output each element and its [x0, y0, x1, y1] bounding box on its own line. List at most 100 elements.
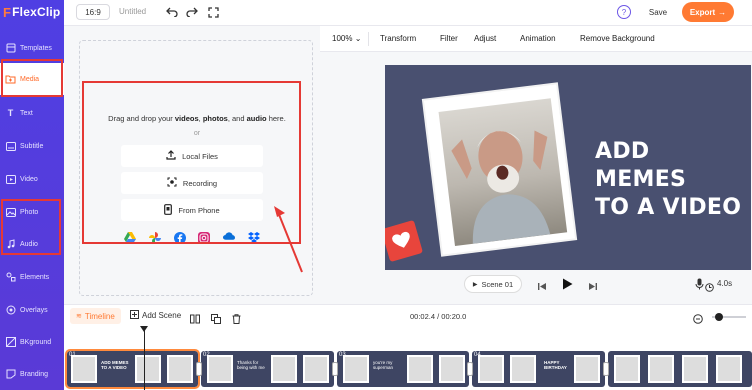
clip-thumbnail	[439, 355, 465, 383]
timeline-clip[interactable]: 03 you're mysuperman	[337, 351, 469, 387]
meme-photo-frame[interactable]	[424, 84, 575, 255]
photo-icon	[5, 207, 16, 218]
video-icon	[5, 174, 16, 185]
clip-thumbnail	[574, 355, 600, 383]
microphone-icon[interactable]	[695, 277, 704, 295]
transition-handle[interactable]	[332, 362, 338, 376]
clip-thumbnail	[682, 355, 708, 383]
drop-text-suffix: here.	[268, 114, 286, 123]
clip-caption: ADD MEMES TO A VIDEO	[101, 360, 129, 370]
clip-thumbnail	[614, 355, 640, 383]
sidebar-item-text[interactable]: T Text	[0, 97, 64, 129]
clip-caption: Thanks for being with me	[237, 360, 265, 370]
sidebar-item-subtitle[interactable]: Subtitle	[0, 130, 64, 162]
instagram-icon[interactable]	[198, 232, 211, 244]
clip-thumbnail	[343, 355, 369, 383]
clip-caption-line: superman	[373, 365, 394, 370]
sidebar-item-label: BKground	[20, 338, 52, 346]
sidebar-item-background[interactable]: BKground	[0, 326, 64, 358]
zoom-value: 100%	[332, 34, 353, 43]
timeline-clip[interactable]: 04 HAPPYBIRTHDAY	[472, 351, 605, 387]
sidebar-item-label: Subtitle	[20, 142, 44, 150]
filter-button[interactable]: Filter	[440, 34, 458, 43]
sidebar-item-label: Branding	[20, 370, 49, 378]
headline-text[interactable]: ADD MEMES TO A VIDEO	[595, 138, 745, 222]
top-bar: 16:9 Untitled ? Save Export →	[64, 0, 752, 26]
headline-line-2: TO A VIDEO	[595, 195, 742, 220]
onedrive-icon[interactable]	[223, 232, 236, 244]
export-button[interactable]: Export →	[682, 2, 734, 22]
local-files-label: Local Files	[182, 151, 218, 161]
heart-icon	[392, 231, 410, 248]
playhead[interactable]	[144, 326, 145, 390]
subtitle-icon	[5, 141, 16, 152]
previous-icon[interactable]	[538, 278, 547, 296]
or-divider: or	[193, 130, 201, 137]
clip-caption-line: TO A VIDEO	[101, 365, 127, 370]
logo-mark-icon: F	[3, 4, 12, 20]
video-canvas[interactable]: ADD MEMES TO A VIDEO	[385, 65, 751, 270]
project-title[interactable]: Untitled	[119, 7, 146, 16]
transition-handle[interactable]	[467, 362, 473, 376]
drop-text-photos: photos	[202, 114, 228, 123]
animation-button[interactable]: Animation	[520, 34, 556, 43]
sidebar-item-overlays[interactable]: Overlays	[0, 294, 64, 326]
timeline-clip[interactable]	[608, 351, 752, 387]
undo-icon[interactable]	[165, 5, 179, 19]
transform-button[interactable]: Transform	[380, 34, 416, 43]
next-icon[interactable]	[588, 278, 597, 296]
add-scene-button[interactable]: Add Scene	[130, 310, 181, 321]
text-icon: T	[7, 108, 14, 118]
logo-text: FlexClip	[12, 5, 61, 19]
timeline-toggle[interactable]: ≋ Timeline	[70, 308, 121, 324]
app-logo[interactable]: F FlexClip	[3, 4, 63, 20]
sidebar-item-audio[interactable]: Audio	[0, 228, 64, 260]
edit-toolbar: 100% ⌄ Transform Filter Adjust Animation…	[320, 26, 752, 52]
add-box-icon	[130, 310, 139, 321]
recording-label: Recording	[182, 178, 218, 188]
dropbox-icon[interactable]	[247, 232, 260, 244]
sidebar-item-elements[interactable]: Elements	[0, 261, 64, 293]
zoom-select[interactable]: 100% ⌄	[332, 34, 361, 43]
transition-handle[interactable]	[196, 362, 202, 376]
timeline-clip[interactable]: 02 Thanks forbeing with me	[201, 351, 334, 387]
export-label: Export	[689, 7, 716, 17]
phone-icon	[164, 203, 173, 217]
scene-label: Scene 01	[481, 279, 514, 289]
scene-selector[interactable]: ▶ Scene 01	[464, 275, 522, 293]
save-button[interactable]: Save	[643, 4, 673, 20]
timeline-icon: ≋	[76, 313, 82, 320]
record-icon	[167, 177, 177, 189]
headline-line-1: ADD MEMES	[595, 139, 687, 192]
sidebar-item-label: Video	[20, 175, 38, 183]
heart-sticker[interactable]	[385, 219, 424, 263]
clip-caption-line: BIRTHDAY	[544, 365, 567, 370]
sidebar-item-templates[interactable]: Templates	[0, 32, 64, 64]
timeline-clip[interactable]: 01 ADD MEMESTO A VIDEO	[65, 349, 200, 389]
google-photos-icon[interactable]	[148, 232, 161, 244]
player-controls: ▶ Scene 01 4.0s	[320, 274, 752, 296]
remove-background-button[interactable]: Remove Background	[580, 34, 655, 43]
fullscreen-icon[interactable]	[206, 5, 220, 19]
scene-duration[interactable]: 4.0s	[717, 279, 732, 288]
templates-icon	[5, 43, 16, 54]
sidebar-item-video[interactable]: Video	[0, 163, 64, 195]
elements-icon	[5, 272, 16, 283]
play-icon[interactable]	[562, 277, 573, 295]
help-icon[interactable]: ?	[617, 5, 631, 19]
recording-button[interactable]: Recording	[121, 172, 263, 194]
aspect-ratio-button[interactable]: 16:9	[76, 4, 110, 20]
sidebar-item-photo[interactable]: Photo	[0, 196, 64, 228]
meme-photo	[438, 98, 568, 246]
transition-handle[interactable]	[603, 362, 609, 376]
sidebar-item-branding[interactable]: Branding	[0, 358, 64, 390]
clip-thumbnail	[648, 355, 674, 383]
timeline-zoom-knob[interactable]	[715, 313, 723, 321]
local-files-button[interactable]: Local Files	[121, 145, 263, 167]
redo-icon[interactable]	[185, 5, 199, 19]
google-drive-icon[interactable]	[124, 232, 136, 244]
from-phone-button[interactable]: From Phone	[121, 199, 263, 221]
facebook-icon[interactable]	[173, 232, 186, 244]
adjust-button[interactable]: Adjust	[474, 34, 496, 43]
sidebar-item-media[interactable]: Media	[0, 63, 64, 95]
